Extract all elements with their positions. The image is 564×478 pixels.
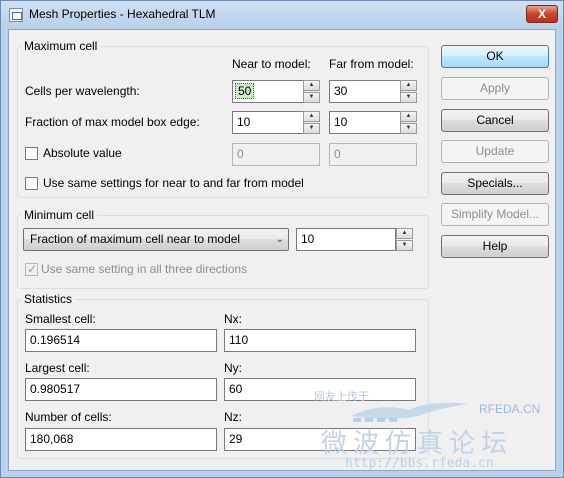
spin-up-icon[interactable]: ▲ [396, 228, 413, 239]
help-button[interactable]: Help [441, 235, 549, 258]
number-of-cells-value: 180,068 [25, 428, 217, 451]
dialog-client: Maximum cell Near to model: Far from mod… [8, 29, 556, 471]
near-column-header: Near to model: [232, 57, 311, 71]
absolute-value-label: Absolute value [43, 146, 122, 160]
watermark-chinese: 微波仿真论坛 [321, 429, 514, 459]
spin-down-icon[interactable]: ▼ [400, 92, 417, 103]
fraction-edge-near-input[interactable]: 10 [232, 111, 304, 134]
same-directions-label: Use same setting in all three directions [41, 262, 248, 276]
cancel-button[interactable]: Cancel [441, 109, 549, 132]
spin-up-icon[interactable]: ▲ [303, 80, 320, 91]
fraction-edge-far-input[interactable]: 10 [329, 111, 401, 134]
fraction-edge-near-spinner[interactable]: ▲ ▼ [303, 111, 320, 134]
smallest-cell-value: 0.196514 [25, 329, 217, 352]
far-column-header: Far from model: [329, 57, 414, 71]
minimum-cell-value-spinner[interactable]: ▲ ▼ [396, 228, 413, 251]
statistics-label: Statistics [21, 292, 76, 306]
title-bar: Mesh Properties - Hexahedral TLM X [1, 1, 563, 29]
watermark-url: http://bbs.rfeda.cn [345, 456, 494, 471]
spin-down-icon[interactable]: ▼ [396, 240, 413, 251]
cells-per-wavelength-near-spinner[interactable]: ▲ ▼ [303, 80, 320, 103]
bird-logo-icon [351, 402, 469, 422]
largest-cell-label: Largest cell: [25, 361, 90, 375]
cells-per-wavelength-label: Cells per wavelength: [25, 84, 140, 98]
ok-button[interactable]: OK [441, 45, 549, 68]
maximum-cell-label: Maximum cell [21, 39, 101, 53]
watermark-brand: RFEDA.CN [479, 402, 541, 416]
window-title: Mesh Properties - Hexahedral TLM [29, 7, 216, 21]
update-button[interactable]: Update [441, 140, 549, 163]
cells-per-wavelength-far-spinner[interactable]: ▲ ▼ [400, 80, 417, 103]
nz-label: Nz: [224, 410, 242, 424]
spin-down-icon[interactable]: ▼ [400, 123, 417, 134]
chevron-down-icon[interactable]: ⌄ [276, 229, 284, 250]
same-settings-label: Use same settings for near to and far fr… [43, 176, 304, 190]
dropdown-value: Fraction of maximum cell near to model [30, 232, 241, 246]
absolute-value-checkbox[interactable] [25, 147, 38, 160]
same-directions-checkbox: ✓ [25, 262, 38, 276]
minimum-cell-mode-dropdown[interactable]: Fraction of maximum cell near to model ⌄ [23, 228, 289, 251]
spin-down-icon[interactable]: ▼ [303, 92, 320, 103]
dialog-window: Mesh Properties - Hexahedral TLM X Maxim… [0, 0, 564, 478]
spin-up-icon[interactable]: ▲ [303, 111, 320, 122]
fraction-edge-label: Fraction of max model box edge: [25, 115, 200, 129]
minimum-cell-label: Minimum cell [21, 208, 98, 222]
absolute-value-near-input: 0 [232, 143, 320, 166]
same-settings-checkbox[interactable] [25, 177, 38, 190]
specials-button[interactable]: Specials... [441, 172, 549, 195]
nx-label: Nx: [224, 312, 242, 326]
ny-label: Ny: [224, 361, 242, 375]
close-button[interactable]: X [526, 5, 558, 23]
nx-value: 110 [224, 329, 416, 352]
check-icon: ✓ [27, 262, 38, 276]
apply-button[interactable]: Apply [441, 77, 549, 100]
spin-up-icon[interactable]: ▲ [400, 111, 417, 122]
window-icon [9, 8, 23, 22]
number-of-cells-label: Number of cells: [25, 410, 112, 424]
minimum-cell-group [17, 215, 429, 289]
largest-cell-value: 0.980517 [25, 378, 217, 401]
cells-per-wavelength-far-input[interactable]: 30 [329, 80, 401, 103]
spin-down-icon[interactable]: ▼ [303, 123, 320, 134]
fraction-edge-far-spinner[interactable]: ▲ ▼ [400, 111, 417, 134]
minimum-cell-value-input[interactable]: 10 [296, 228, 396, 251]
simplify-model-button[interactable]: Simplify Model... [441, 203, 549, 226]
cells-per-wavelength-near-input[interactable]: 50 [232, 80, 304, 103]
spin-up-icon[interactable]: ▲ [400, 80, 417, 91]
absolute-value-far-input: 0 [329, 143, 417, 166]
smallest-cell-label: Smallest cell: [25, 312, 96, 326]
